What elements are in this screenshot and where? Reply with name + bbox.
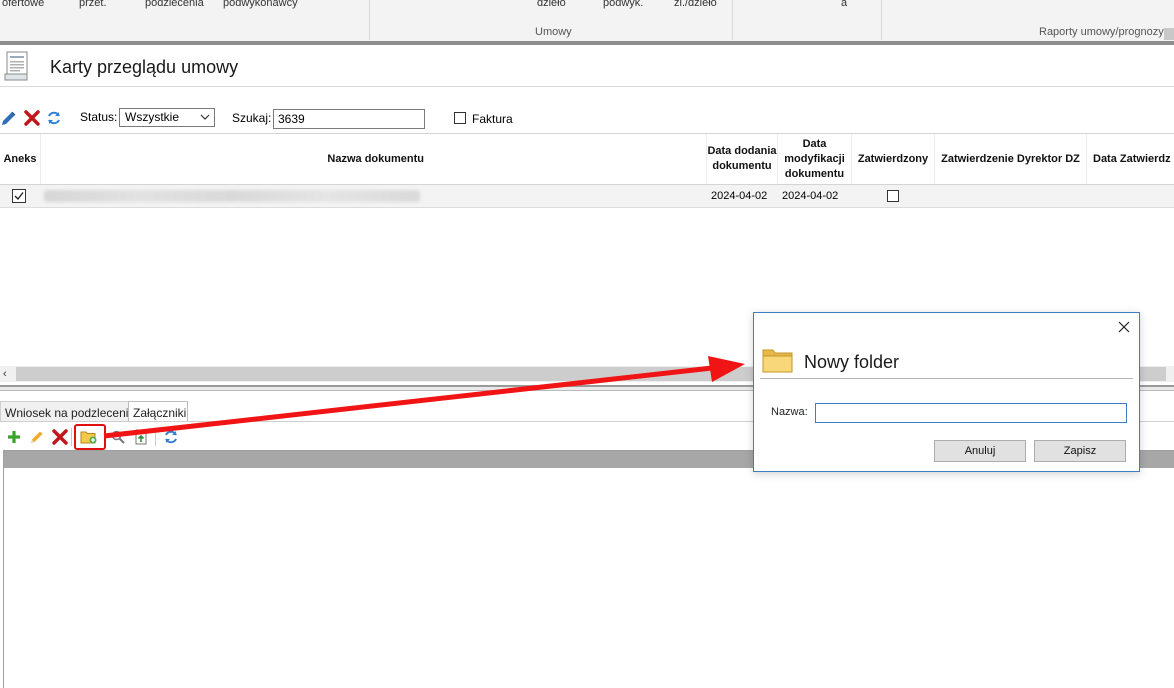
ribbon-separator — [369, 0, 370, 40]
folder-icon — [762, 347, 794, 373]
column-header-aneks[interactable]: Aneks — [0, 134, 41, 184]
search-label: Szukaj: — [232, 111, 272, 125]
column-header-approved[interactable]: Zatwierdzony — [852, 134, 935, 184]
invoice-label: Faktura — [472, 112, 513, 126]
ribbon-separator — [732, 0, 733, 40]
attachments-grid[interactable] — [3, 450, 1174, 688]
ribbon: ofertowe przet. podzlecenia podwykonawcy… — [0, 0, 1174, 42]
ribbon-item[interactable]: ofertowe — [2, 0, 44, 9]
edit-icon[interactable] — [0, 109, 18, 127]
toolbar-separator — [71, 428, 72, 446]
column-header-name[interactable]: Nazwa dokumentu — [41, 134, 707, 184]
highlight-box — [74, 424, 106, 450]
dialog-title: Nowy folder — [804, 352, 900, 372]
add-icon[interactable] — [5, 428, 23, 446]
upload-file-icon[interactable] — [132, 428, 150, 446]
column-header-director-approval[interactable]: Zatwierdzenie Dyrektor DZ — [935, 134, 1087, 184]
status-label: Status: — [80, 110, 118, 124]
save-button[interactable]: Zapisz — [1034, 440, 1126, 462]
refresh-icon[interactable] — [45, 109, 63, 127]
ribbon-item[interactable]: podwyk. — [603, 0, 643, 9]
ribbon-bottom-bar — [0, 41, 1174, 45]
date-modified-cell: 2024-04-02 — [782, 190, 839, 202]
close-icon[interactable] — [1116, 319, 1132, 335]
pencil-icon[interactable] — [28, 428, 46, 446]
document-icon — [4, 50, 32, 82]
invoice-checkbox[interactable] — [454, 112, 466, 124]
page-title: Karty przeglądu umowy — [50, 57, 239, 77]
ribbon-item[interactable]: zl./dzieło — [674, 0, 717, 9]
ribbon-item[interactable]: a — [841, 0, 847, 9]
ribbon-item[interactable]: przet. — [79, 0, 107, 9]
ribbon-item[interactable]: podwykonawcy — [223, 0, 298, 9]
aneks-checkbox[interactable] — [12, 185, 26, 207]
name-label: Nazwa: — [771, 406, 808, 418]
tab-wniosek-na-podzlecenie[interactable]: Wniosek na podzlecenie — [0, 401, 141, 421]
preview-icon[interactable] — [109, 428, 127, 446]
folder-name-input[interactable] — [815, 403, 1127, 423]
date-added-cell: 2024-04-02 — [711, 190, 768, 202]
new-folder-dialog[interactable]: Nowy folder Nazwa: Anuluj Zapisz — [753, 312, 1140, 472]
delete-icon[interactable] — [51, 428, 69, 446]
refresh-icon[interactable] — [162, 428, 180, 446]
search-input[interactable] — [273, 109, 425, 129]
ribbon-scroll-button[interactable] — [1164, 28, 1174, 40]
chevron-down-icon — [199, 110, 211, 124]
status-select-value: Wszystkie — [125, 110, 179, 124]
column-header-date-added[interactable]: Data dodania dokumentu — [707, 134, 778, 184]
divider — [760, 378, 1133, 379]
scroll-left-icon[interactable]: ‹ — [3, 367, 13, 381]
document-name-blurred[interactable] — [44, 190, 420, 202]
status-select[interactable]: Wszystkie — [119, 108, 215, 127]
delete-icon[interactable] — [23, 109, 41, 127]
ribbon-group-label: Umowy — [535, 26, 572, 38]
ribbon-item[interactable]: dzieło — [537, 0, 566, 9]
approved-checkbox[interactable] — [887, 190, 899, 202]
toolbar-separator — [155, 428, 156, 446]
tab-zalaczniki[interactable]: Załączniki — [128, 401, 188, 421]
column-header-approval-date[interactable]: Data Zatwierdz — [1087, 134, 1174, 184]
divider — [0, 86, 1174, 87]
table-row[interactable]: 2024-04-02 2024-04-02 — [0, 185, 1174, 208]
column-header-date-modified[interactable]: Data modyfikacji dokumentu — [778, 134, 852, 184]
ribbon-group-label: Raporty umowy/prognozy — [1039, 26, 1164, 38]
ribbon-item[interactable]: podzlecenia — [145, 0, 204, 9]
cancel-button[interactable]: Anuluj — [934, 440, 1026, 462]
ribbon-separator — [881, 0, 882, 40]
